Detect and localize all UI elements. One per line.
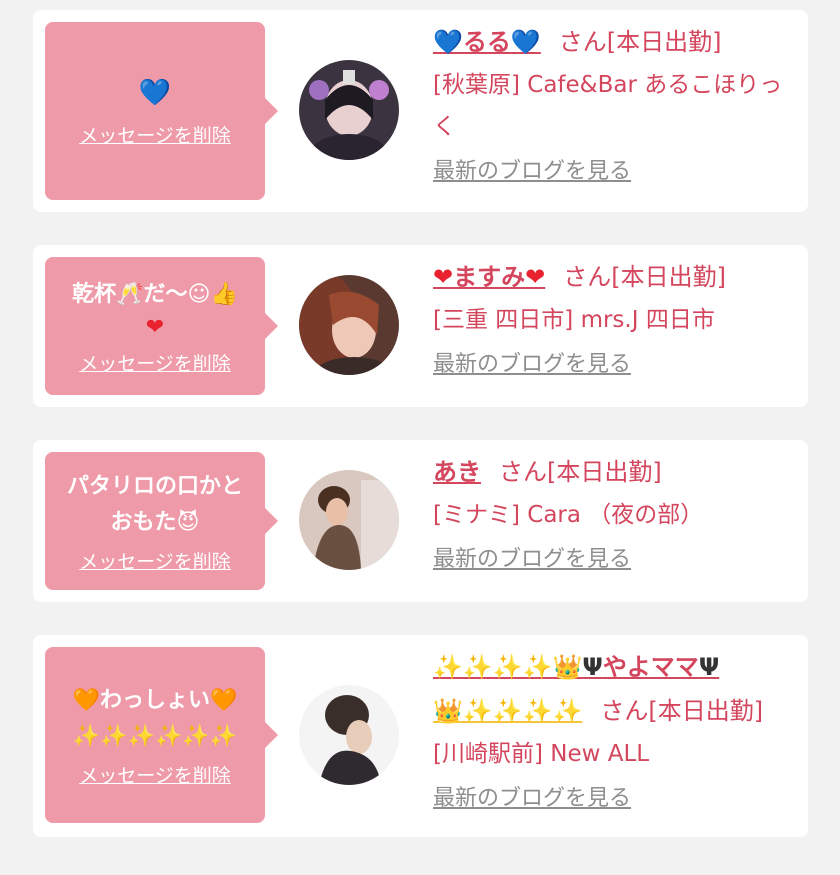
cast-info: ❤ますみ❤ さん[本日出勤] [三重 四日市] mrs.J 四日市 最新のブログを… [433, 255, 794, 385]
honorific: さん[本日出勤] [563, 263, 726, 291]
cast-name-line: ❤ますみ❤ さん[本日出勤] [433, 255, 794, 299]
avatar-photo-icon [299, 470, 399, 570]
avatar-photo-icon [299, 685, 399, 785]
cast-name-line: 💙るる💙 さん[本日出勤] [433, 20, 794, 64]
message-bubble: 乾杯🥂だ〜☺👍 ❤ メッセージを削除 [45, 257, 278, 395]
cast-name-link[interactable]: あき [433, 458, 481, 486]
shop-name: [秋葉原] Cafe&Bar あるこほりっく [433, 72, 783, 140]
delete-message-link[interactable]: メッセージを削除 [79, 349, 231, 376]
message-text: パタリロの口かと [66, 473, 243, 499]
message-text-line2: ✨✨✨✨✨✨ [72, 723, 238, 749]
cast-name-link-2[interactable]: 👑✨✨✨✨ [433, 697, 582, 725]
cast-info: あき さん[本日出勤] [ミナミ] Cara （夜の部） 最新のブログを見る [433, 450, 794, 580]
message-bubble: 💙 メッセージを削除 [45, 22, 278, 200]
cast-card: 乾杯🥂だ〜☺👍 ❤ メッセージを削除 ❤ますみ❤ さん[本日出勤] [三重 四日市… [33, 245, 808, 407]
blog-link[interactable]: 最新のブログを見る [433, 345, 631, 385]
avatar[interactable] [299, 685, 399, 785]
shop-name: [川崎駅前] New ALL [433, 741, 650, 767]
honorific: さん[本日出勤] [600, 697, 764, 725]
blog-link[interactable]: 最新のブログを見る [433, 779, 631, 819]
cast-card: 💙 メッセージを削除 💙るる💙 さん[本日出勤] [秋葉原] Cafe&Bar あ… [33, 10, 808, 212]
message-text-line2: ❤ [145, 314, 165, 340]
honorific: さん[本日出勤] [499, 458, 662, 486]
message-text: 乾杯🥂だ〜☺👍 [72, 281, 238, 307]
avatar[interactable] [299, 470, 399, 570]
avatar[interactable] [299, 60, 399, 160]
cast-name-link[interactable]: ✨✨✨✨👑ΨやよママΨ [433, 653, 719, 681]
message-text: 🧡わっしょい🧡 [72, 687, 238, 713]
message-text: 💙 [138, 77, 172, 108]
blog-link[interactable]: 最新のブログを見る [433, 540, 631, 580]
shop-name: [三重 四日市] mrs.J 四日市 [433, 307, 715, 333]
cast-card: 🧡わっしょい🧡 ✨✨✨✨✨✨ メッセージを削除 ✨✨✨✨👑ΨやよママΨ 👑✨✨✨… [33, 635, 808, 837]
message-text-line2: おもた😈 [110, 509, 200, 535]
message-bubble: 🧡わっしょい🧡 ✨✨✨✨✨✨ メッセージを削除 [45, 647, 278, 823]
avatar-photo-icon [299, 60, 399, 160]
cast-name-link[interactable]: ❤ますみ❤ [433, 263, 545, 291]
cast-info: ✨✨✨✨👑ΨやよママΨ 👑✨✨✨✨ さん[本日出勤] [川崎駅前] New ALL… [433, 645, 794, 819]
avatar-photo-icon [299, 275, 399, 375]
delete-message-link[interactable]: メッセージを削除 [79, 547, 231, 574]
honorific: さん[本日出勤] [558, 28, 722, 56]
cast-name-link[interactable]: 💙るる💙 [433, 28, 541, 56]
blog-link[interactable]: 最新のブログを見る [433, 152, 631, 192]
avatar[interactable] [299, 275, 399, 375]
cast-name-line: あき さん[本日出勤] [433, 450, 794, 494]
shop-name: [ミナミ] Cara （夜の部） [433, 502, 704, 528]
delete-message-link[interactable]: メッセージを削除 [79, 121, 231, 148]
cast-info: 💙るる💙 さん[本日出勤] [秋葉原] Cafe&Bar あるこほりっく 最新のブ… [433, 20, 794, 192]
delete-message-link[interactable]: メッセージを削除 [79, 761, 231, 788]
cast-name-line: ✨✨✨✨👑ΨやよママΨ [433, 645, 794, 689]
cast-card: パタリロの口かと おもた😈 メッセージを削除 あき さん[本日出勤] [ミナミ] … [33, 440, 808, 602]
message-bubble: パタリロの口かと おもた😈 メッセージを削除 [45, 452, 278, 590]
cast-name-line-2: 👑✨✨✨✨ さん[本日出勤] [433, 689, 794, 733]
